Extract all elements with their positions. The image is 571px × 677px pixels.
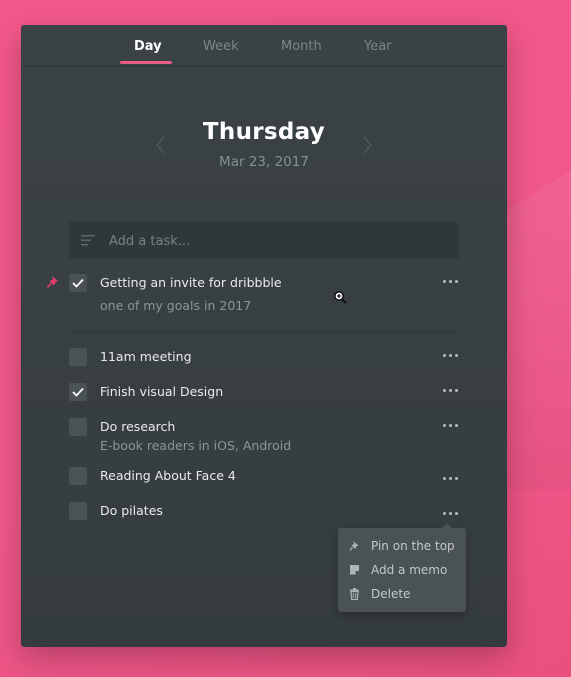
task-label[interactable]: Finish visual Design: [100, 384, 223, 399]
menu-caret: [442, 523, 452, 528]
chevron-right-icon: [363, 136, 372, 154]
task-checkbox[interactable]: [69, 348, 87, 366]
task-subtitle: E-book readers in iOS, Android: [100, 438, 292, 453]
tab-week[interactable]: Week: [203, 39, 239, 54]
task-label[interactable]: Do pilates: [100, 503, 163, 518]
menu-item-label: Delete: [371, 587, 411, 601]
tab-month[interactable]: Month: [281, 39, 322, 54]
lines-icon: [81, 235, 95, 246]
task-checkbox[interactable]: [69, 502, 87, 520]
task-label[interactable]: Reading About Face 4: [100, 468, 236, 483]
zoom-cursor-icon: [334, 291, 347, 304]
day-title: Thursday: [202, 119, 326, 145]
task-item: Finish visual Design: [69, 383, 461, 403]
task-subtitle: one of my goals in 2017: [100, 298, 252, 313]
trash-icon: [350, 588, 359, 600]
next-day-button[interactable]: [359, 135, 375, 155]
menu-item-delete[interactable]: Delete: [338, 586, 466, 610]
task-label[interactable]: Getting an invite for dribbble: [100, 275, 282, 290]
active-tab-indicator: [120, 61, 172, 64]
task-checkbox[interactable]: [69, 274, 87, 292]
more-options-button[interactable]: [443, 424, 461, 430]
checkmark-icon: [72, 278, 84, 288]
divider: [69, 332, 458, 333]
more-options-button[interactable]: [443, 354, 461, 360]
task-item: Getting an invite for dribbble one of my…: [69, 274, 461, 314]
menu-item-label: Add a memo: [371, 563, 448, 577]
add-task-input[interactable]: [107, 222, 441, 261]
day-date: Mar 23, 2017: [219, 154, 309, 170]
checkmark-icon: [72, 387, 84, 397]
task-checkbox[interactable]: [69, 383, 87, 401]
menu-item-pin[interactable]: Pin on the top: [338, 538, 466, 562]
view-tabs: Day Week Month Year: [21, 25, 507, 67]
task-item: Do research E-book readers in iOS, Andro…: [69, 418, 461, 458]
task-label[interactable]: 11am meeting: [100, 349, 192, 364]
more-options-button[interactable]: [443, 280, 461, 286]
more-options-button[interactable]: [443, 389, 461, 395]
task-checkbox[interactable]: [69, 467, 87, 485]
more-options-button[interactable]: [443, 512, 461, 518]
tab-day[interactable]: Day: [134, 39, 162, 54]
task-item: Reading About Face 4: [69, 467, 461, 487]
more-options-button[interactable]: [443, 477, 461, 483]
task-checkbox[interactable]: [69, 418, 87, 436]
add-task-field[interactable]: [69, 222, 458, 261]
menu-item-label: Pin on the top: [371, 539, 455, 553]
pin-icon: [46, 276, 58, 289]
task-item: 11am meeting: [69, 348, 461, 368]
calendar-panel: Day Week Month Year Thursday Mar 23, 201…: [21, 25, 507, 647]
memo-icon: [350, 565, 359, 575]
task-label[interactable]: Do research: [100, 419, 175, 434]
task-context-menu: Pin on the top Add a memo Delete: [338, 523, 466, 612]
menu-item-memo[interactable]: Add a memo: [338, 562, 466, 586]
task-item: Do pilates: [69, 502, 461, 522]
pin-icon: [349, 541, 359, 551]
tab-year[interactable]: Year: [364, 39, 392, 54]
